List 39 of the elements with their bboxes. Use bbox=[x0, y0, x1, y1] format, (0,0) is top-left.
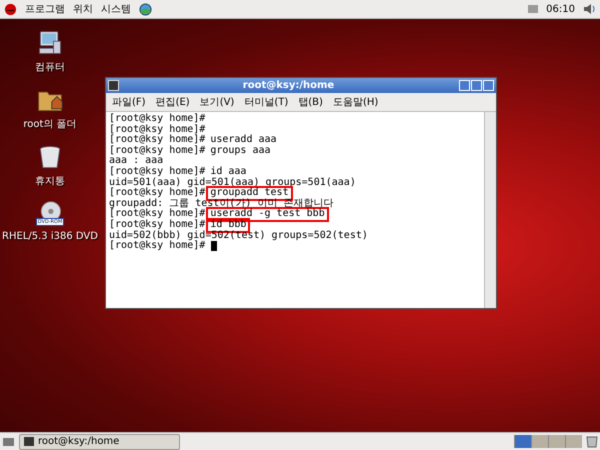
shell-prompt: [root@ksy home]# bbox=[109, 188, 206, 198]
maximize-button[interactable] bbox=[471, 80, 482, 91]
terminal-icon bbox=[24, 437, 34, 446]
panel-menu[interactable]: 시스템 bbox=[101, 2, 131, 16]
command-text: useradd aaa bbox=[209, 135, 278, 146]
shell-prompt: [root@ksy home]# bbox=[109, 166, 206, 177]
clock[interactable]: 06:10 bbox=[546, 4, 575, 14]
computer-icon[interactable] bbox=[36, 29, 64, 57]
desktop-icon-label[interactable]: 컴퓨터 bbox=[35, 60, 65, 74]
shell-prompt: [root@ksy home]# bbox=[109, 135, 206, 146]
menu-item[interactable]: 편집(E) bbox=[156, 95, 190, 109]
menu-item[interactable]: 탭(B) bbox=[298, 95, 323, 109]
shell-prompt: [root@ksy home]# bbox=[109, 124, 206, 135]
menu-item[interactable]: 보기(V) bbox=[200, 95, 234, 109]
desktop-icon-label[interactable]: root의 폴더 bbox=[23, 117, 77, 131]
menu-item[interactable]: 도움말(H) bbox=[332, 95, 378, 109]
output-text: uid=501(aaa) gid=501(aaa) groups=501(aaa) bbox=[109, 178, 356, 188]
shell-prompt: [root@ksy home]# bbox=[109, 209, 206, 220]
command-text: groups aaa bbox=[209, 146, 272, 156]
shell-prompt: [root@ksy home]# bbox=[109, 114, 206, 124]
scrollbar[interactable] bbox=[484, 112, 496, 308]
window-title: root@ksy:/home bbox=[242, 80, 336, 91]
menu-item[interactable]: 파일(F) bbox=[112, 95, 146, 109]
terminal-icon[interactable] bbox=[108, 80, 119, 91]
shell-prompt: [root@ksy home]# bbox=[109, 146, 206, 156]
panel-menu[interactable]: 위치 bbox=[73, 2, 93, 16]
taskbar-button[interactable]: root@ksy:/home bbox=[19, 434, 180, 450]
minimize-button[interactable] bbox=[459, 80, 470, 91]
desktop-icon-label[interactable]: 휴지통 bbox=[35, 174, 65, 188]
menu-item[interactable]: 터미널(T) bbox=[244, 95, 288, 109]
desktop-icon-label[interactable]: RHEL/5.3 i386 DVD bbox=[2, 231, 98, 242]
output-text: aaa : aaa bbox=[109, 156, 164, 166]
close-button[interactable] bbox=[483, 80, 494, 91]
panel-menu[interactable]: 프로그램 bbox=[25, 2, 65, 16]
command-text: id aaa bbox=[209, 166, 248, 177]
globe-icon[interactable] bbox=[139, 2, 152, 16]
speaker-icon[interactable] bbox=[583, 3, 596, 15]
shell-prompt: [root@ksy home]# bbox=[109, 220, 206, 230]
shell-prompt: [root@ksy home]# bbox=[109, 241, 206, 252]
